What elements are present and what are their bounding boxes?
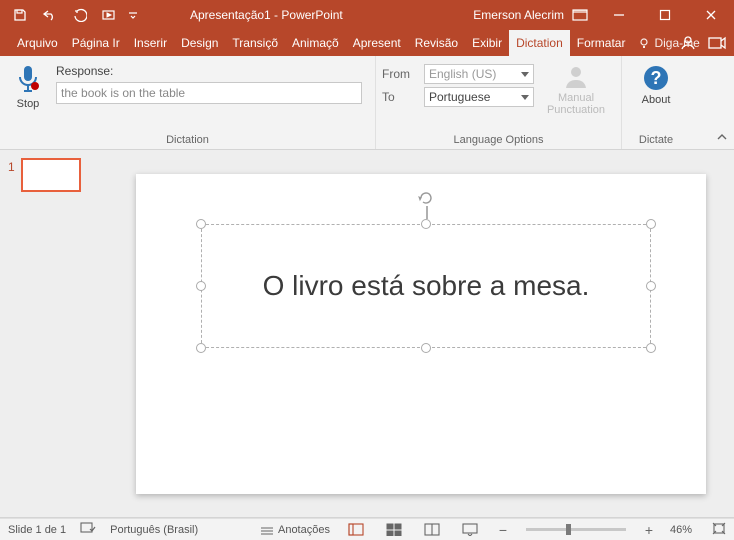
reading-view-button[interactable]	[420, 521, 444, 539]
response-label: Response:	[56, 64, 362, 78]
status-bar: Slide 1 de 1 Português (Brasil) Anotaçõe…	[0, 518, 734, 540]
thumbnail-preview[interactable]	[21, 158, 81, 192]
slide-counter[interactable]: Slide 1 de 1	[8, 524, 66, 536]
chevron-down-icon	[521, 95, 529, 100]
start-from-beginning-button[interactable]	[96, 0, 124, 30]
spell-check-icon[interactable]	[80, 521, 96, 538]
zoom-slider[interactable]	[526, 528, 626, 531]
notes-icon	[260, 524, 274, 536]
microphone-icon	[12, 64, 44, 96]
help-icon: ?	[642, 64, 670, 92]
zoom-level[interactable]: 46%	[670, 524, 692, 536]
group-dictate-label: Dictate	[622, 134, 690, 149]
undo-button[interactable]	[36, 0, 64, 30]
to-label: To	[382, 90, 418, 104]
zoom-out-button[interactable]: −	[496, 522, 510, 538]
save-button[interactable]	[6, 0, 34, 30]
about-button[interactable]: ? About	[628, 60, 684, 106]
redo-button[interactable]	[66, 0, 94, 30]
manual-label-1: Manual	[558, 92, 594, 104]
from-label: From	[382, 67, 418, 81]
notes-label: Anotações	[278, 524, 330, 536]
notes-button[interactable]: Anotações	[260, 524, 330, 536]
normal-view-button[interactable]	[344, 521, 368, 539]
slideshow-view-button[interactable]	[458, 521, 482, 539]
group-dictate: ? About Dictate	[622, 56, 690, 149]
tab-pagina-inicial[interactable]: Página Ir	[65, 30, 127, 56]
person-icon	[563, 64, 589, 90]
ribbon: Stop Response: Dictation From English (U…	[0, 56, 734, 150]
thumbnail-1[interactable]: 1	[8, 158, 100, 192]
tab-dictation[interactable]: Dictation	[509, 30, 570, 56]
language-indicator[interactable]: Português (Brasil)	[110, 524, 198, 536]
quick-access-toolbar	[0, 0, 140, 30]
to-language-value: Portuguese	[429, 90, 490, 104]
about-label: About	[642, 94, 671, 106]
rotate-handle[interactable]	[418, 190, 434, 206]
collapse-ribbon-button[interactable]	[716, 132, 728, 145]
from-language-value: English (US)	[429, 67, 496, 81]
tab-inserir[interactable]: Inserir	[127, 30, 174, 56]
from-language-combo[interactable]: English (US)	[424, 64, 534, 84]
tab-formatar[interactable]: Formatar	[570, 30, 633, 56]
selected-text-box[interactable]: O livro está sobre a mesa.	[201, 224, 651, 348]
tab-arquivo[interactable]: Arquivo	[10, 30, 65, 56]
window-controls	[596, 0, 734, 30]
manual-punctuation-button: ManualPunctuation	[540, 60, 612, 116]
qat-customize-button[interactable]	[126, 0, 140, 30]
thumbnail-number: 1	[8, 158, 15, 174]
group-dictation-label: Dictation	[0, 134, 375, 149]
slide-text-content[interactable]: O livro está sobre a mesa.	[201, 224, 651, 348]
chevron-down-icon	[521, 72, 529, 77]
group-language-options: From English (US) To Portuguese ManualPu…	[376, 56, 622, 149]
tab-apresentacao[interactable]: Apresent	[346, 30, 408, 56]
close-button[interactable]	[688, 0, 734, 30]
group-dictation: Stop Response: Dictation	[0, 56, 376, 149]
response-input[interactable]	[56, 82, 362, 104]
tab-animacoes[interactable]: Animaçõ	[285, 30, 346, 56]
share-button[interactable]	[708, 35, 726, 51]
slide-canvas[interactable]: O livro está sobre a mesa.	[136, 174, 706, 494]
sign-in-icon[interactable]	[680, 35, 696, 51]
signed-in-user[interactable]: Emerson Alecrim	[473, 8, 564, 22]
rotate-connector	[426, 206, 428, 219]
window-title: Apresentação1 - PowerPoint	[190, 8, 343, 22]
svg-text:?: ?	[651, 68, 662, 88]
ribbon-tab-strip: Arquivo Página Ir Inserir Design Transiç…	[0, 30, 734, 56]
zoom-slider-knob[interactable]	[566, 524, 571, 535]
minimize-button[interactable]	[596, 0, 642, 30]
slide-editor[interactable]: O livro está sobre a mesa.	[108, 150, 734, 517]
manual-label-2: Punctuation	[547, 104, 605, 116]
title-bar: Apresentação1 - PowerPoint Emerson Alecr…	[0, 0, 734, 30]
tab-revisao[interactable]: Revisão	[408, 30, 465, 56]
workspace: 1 O livro está sobre a mesa.	[0, 150, 734, 518]
fit-to-window-button[interactable]	[712, 522, 726, 538]
tab-transicoes[interactable]: Transiçõ	[225, 30, 285, 56]
slide-sorter-view-button[interactable]	[382, 521, 406, 539]
tab-design[interactable]: Design	[174, 30, 225, 56]
group-language-label: Language Options	[376, 134, 621, 149]
stop-label: Stop	[17, 98, 40, 110]
ribbon-display-options-button[interactable]	[566, 0, 594, 30]
stop-button[interactable]: Stop	[6, 60, 50, 110]
lightbulb-icon	[638, 37, 650, 49]
slide-thumbnails-panel[interactable]: 1	[0, 150, 108, 517]
tab-exibir[interactable]: Exibir	[465, 30, 509, 56]
maximize-button[interactable]	[642, 0, 688, 30]
to-language-combo[interactable]: Portuguese	[424, 87, 534, 107]
zoom-in-button[interactable]: +	[642, 522, 656, 538]
